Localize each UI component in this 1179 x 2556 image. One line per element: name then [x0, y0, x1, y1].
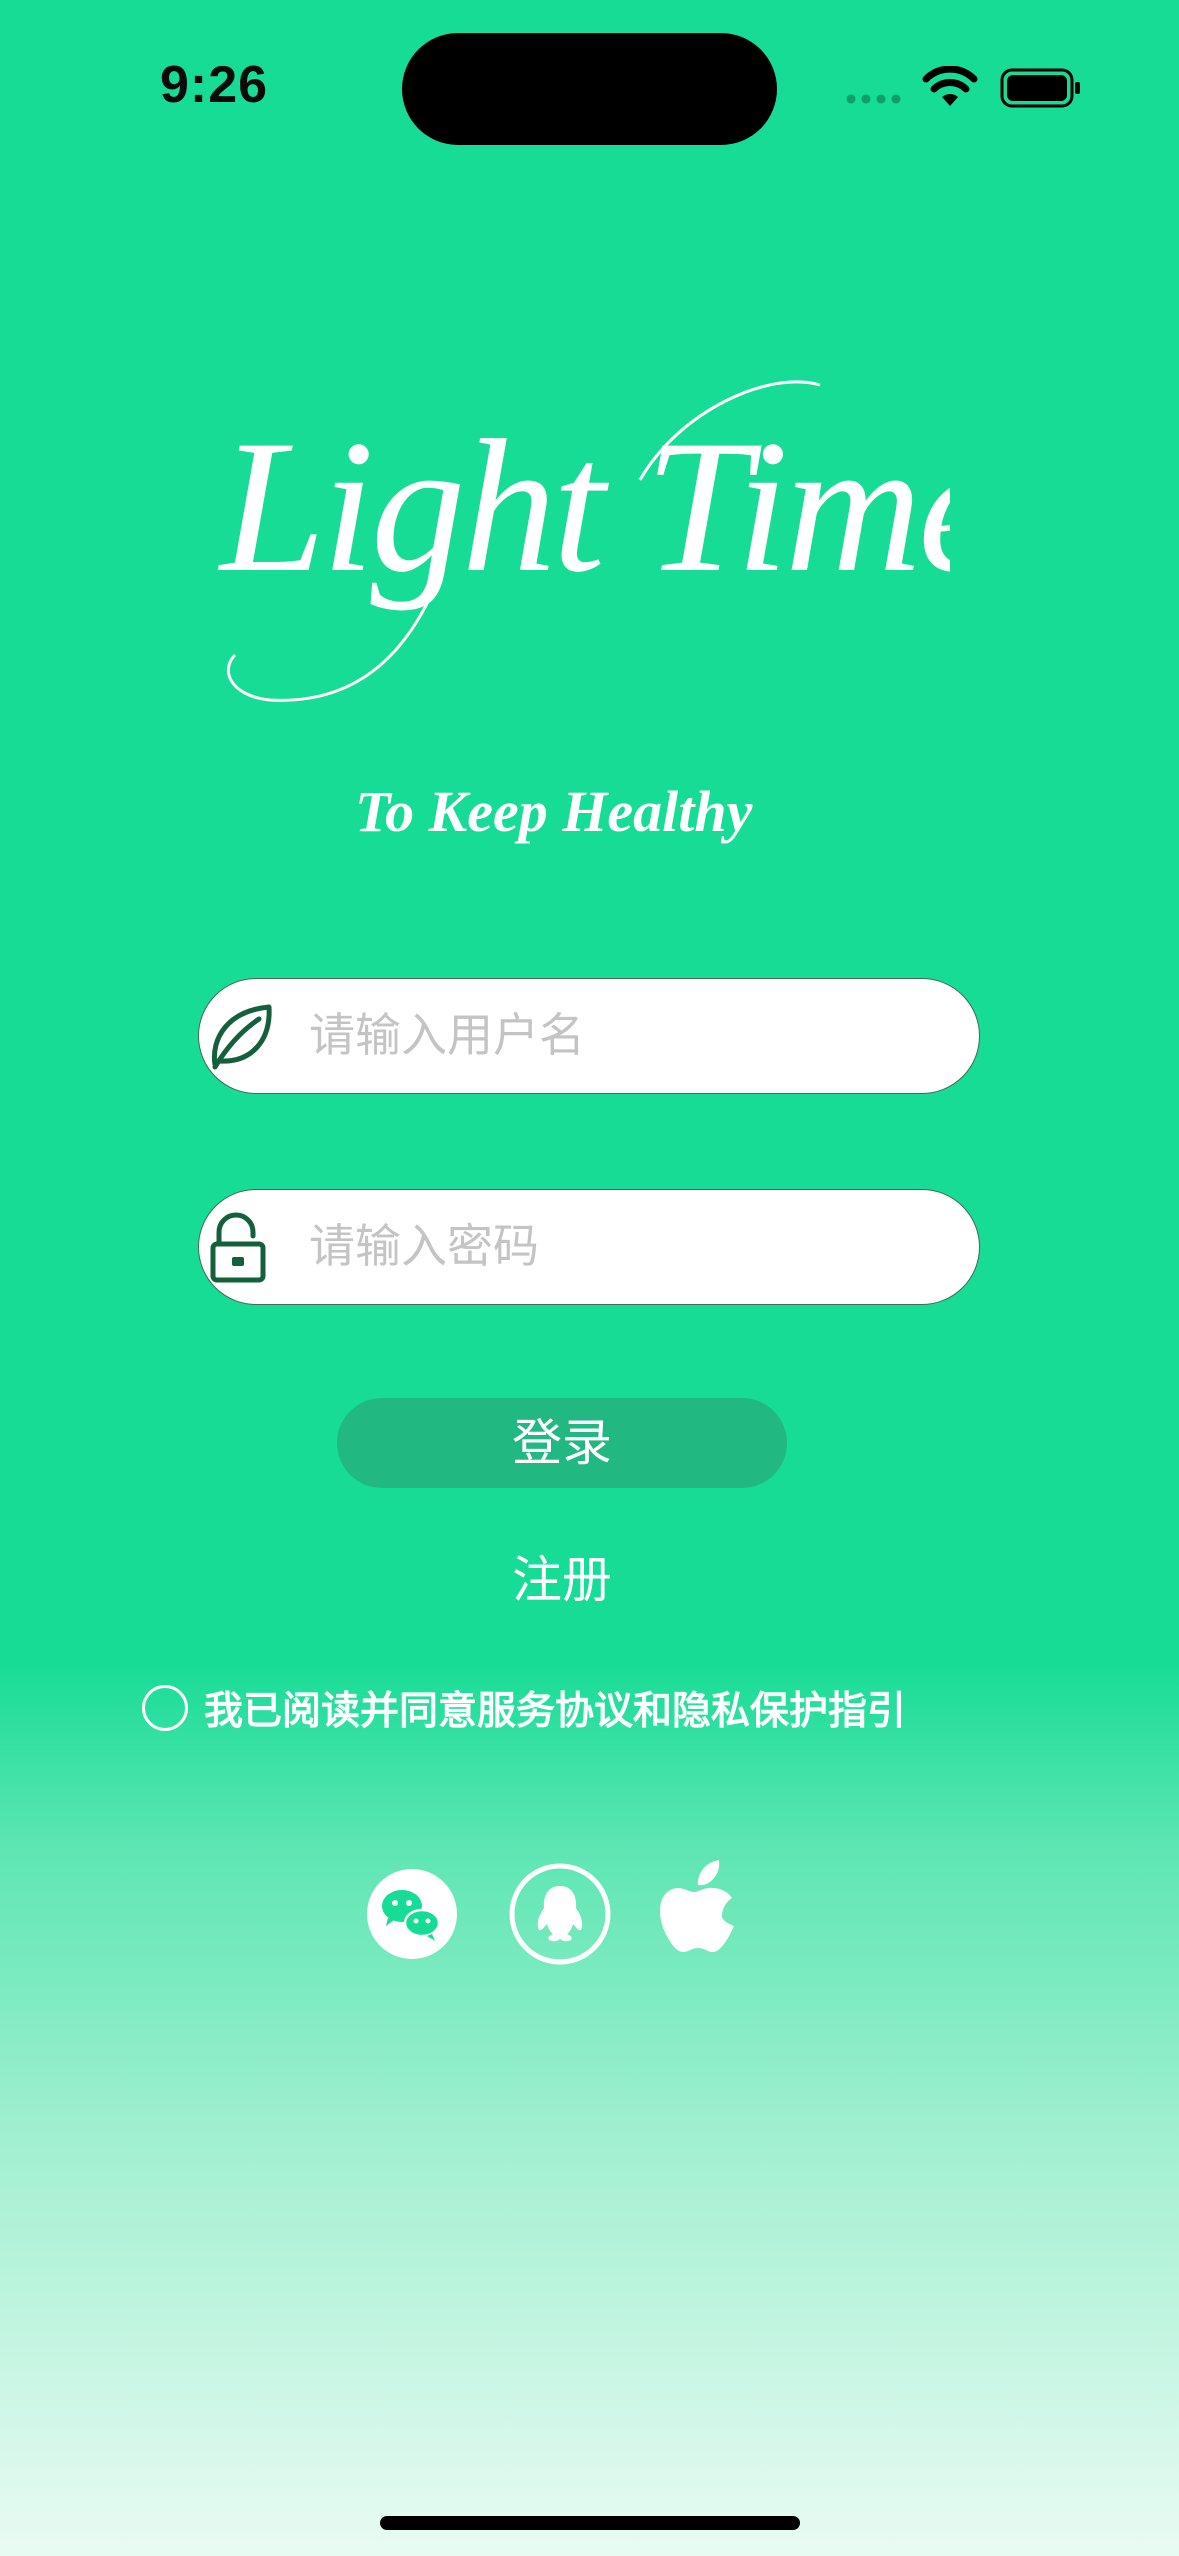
battery-icon	[1000, 68, 1080, 108]
password-field[interactable]	[198, 1189, 980, 1305]
signal-dots-icon	[846, 94, 901, 104]
svg-text:Light Time: Light Time	[217, 402, 950, 612]
wechat-icon[interactable]	[362, 1864, 462, 1964]
apple-icon[interactable]	[660, 1860, 750, 1966]
status-time: 9:26	[160, 56, 269, 114]
dynamic-island	[402, 33, 777, 145]
agreement-row: 我已阅读并同意服务协议和隐私保护指引	[142, 1680, 906, 1736]
home-indicator	[380, 2516, 800, 2530]
app-logo: Light Time	[217, 380, 950, 702]
password-input[interactable]	[309, 1190, 949, 1302]
register-link[interactable]: 注册	[462, 1540, 662, 1620]
agreement-checkbox[interactable]	[142, 1685, 188, 1731]
tagline: To Keep Healthy	[355, 779, 753, 844]
qq-icon[interactable]	[508, 1862, 612, 1966]
wifi-icon	[922, 66, 978, 106]
username-input[interactable]	[309, 979, 949, 1091]
unlock-icon	[210, 1212, 266, 1283]
login-button[interactable]: 登录	[337, 1398, 787, 1488]
username-field[interactable]	[198, 978, 980, 1094]
leaf-icon	[211, 1004, 272, 1070]
agreement-text[interactable]: 我已阅读并同意服务协议和隐私保护指引	[204, 1680, 906, 1736]
